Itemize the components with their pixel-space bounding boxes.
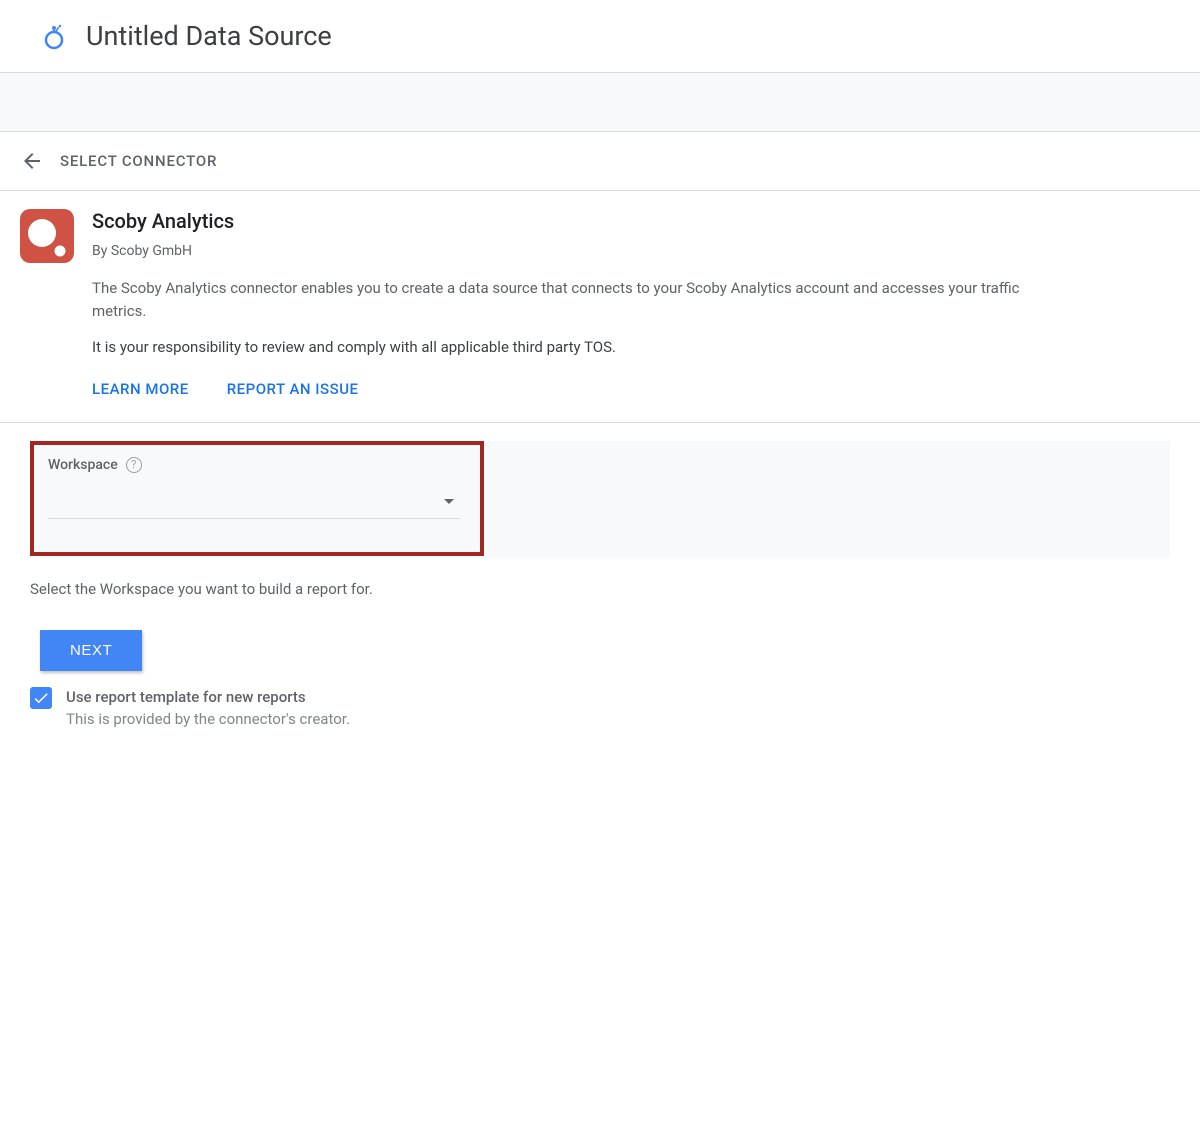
workspace-label: Workspace xyxy=(48,457,118,473)
data-source-icon xyxy=(40,22,68,50)
connector-info-section: Scoby Analytics By Scoby GmbH The Scoby … xyxy=(0,191,1200,423)
connector-author: By Scoby GmbH xyxy=(92,243,1040,259)
use-template-label: Use report template for new reports xyxy=(66,688,350,706)
help-icon[interactable]: ? xyxy=(126,457,142,473)
connector-details: Scoby Analytics By Scoby GmbH The Scoby … xyxy=(92,209,1180,398)
report-issue-link[interactable]: REPORT AN ISSUE xyxy=(227,380,359,398)
connector-tos: It is your responsibility to review and … xyxy=(92,338,1040,356)
workspace-filler xyxy=(504,453,1020,548)
workspace-selector-box: Workspace ? xyxy=(30,441,484,556)
chevron-down-icon xyxy=(444,499,454,504)
back-arrow-icon[interactable] xyxy=(20,149,44,173)
config-section: Workspace ? Select the Workspace you wan… xyxy=(0,423,1200,728)
checkbox-text: Use report template for new reports This… xyxy=(66,687,350,728)
workspace-row: Workspace ? xyxy=(30,441,1170,558)
template-checkbox-row: Use report template for new reports This… xyxy=(30,687,1170,728)
header: Untitled Data Source xyxy=(0,0,1200,72)
page-title[interactable]: Untitled Data Source xyxy=(86,20,332,52)
toolbar-spacer xyxy=(0,72,1200,132)
connector-logo-icon xyxy=(20,209,74,263)
breadcrumb-bar: SELECT CONNECTOR xyxy=(0,132,1200,191)
connector-links: LEARN MORE REPORT AN ISSUE xyxy=(92,380,1040,398)
next-row: NEXT xyxy=(40,630,1170,671)
connector-description: The Scoby Analytics connector enables yo… xyxy=(92,277,1040,324)
use-template-sub: This is provided by the connector's crea… xyxy=(66,710,350,728)
select-connector-label[interactable]: SELECT CONNECTOR xyxy=(60,152,217,170)
workspace-instruction: Select the Workspace you want to build a… xyxy=(30,580,1170,598)
workspace-dropdown[interactable] xyxy=(48,485,460,519)
connector-name: Scoby Analytics xyxy=(92,209,1040,233)
learn-more-link[interactable]: LEARN MORE xyxy=(92,380,189,398)
use-template-checkbox[interactable] xyxy=(30,687,52,709)
next-button[interactable]: NEXT xyxy=(40,630,142,671)
